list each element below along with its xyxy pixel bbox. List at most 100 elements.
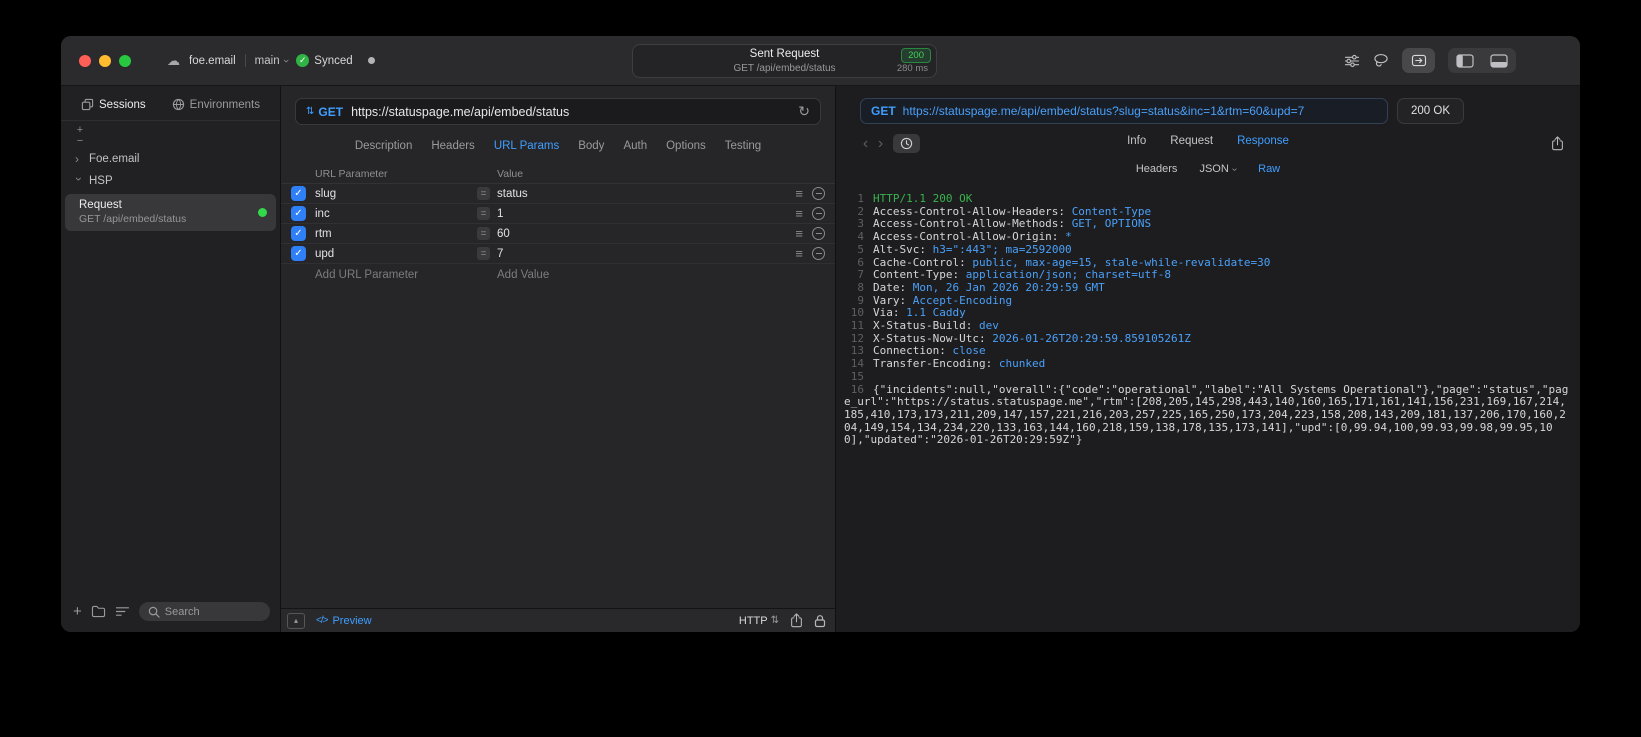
param-value[interactable]: 60: [497, 228, 510, 240]
param-row[interactable]: ✓ upd = 7 ≡: [281, 244, 835, 264]
request-summary[interactable]: Sent Request 200 GET /api/embed/status 2…: [632, 44, 937, 78]
branch-selector[interactable]: main ›: [255, 55, 292, 67]
response-tab-response[interactable]: Response: [1237, 135, 1289, 147]
tab-sessions[interactable]: Sessions: [81, 98, 146, 111]
request-tab-testing[interactable]: Testing: [725, 140, 761, 152]
param-value[interactable]: status: [497, 188, 528, 200]
add-param-row[interactable]: Add URL Parameter Add Value: [281, 264, 835, 285]
param-row[interactable]: ✓ inc = 1 ≡: [281, 204, 835, 224]
param-name[interactable]: slug: [315, 188, 477, 200]
add-item-button[interactable]: +: [74, 125, 86, 136]
status-code-pill: 200: [901, 48, 931, 63]
response-subtab-headers[interactable]: Headers: [1136, 163, 1178, 175]
chevron-right-icon: ›: [75, 152, 79, 166]
response-url: https://statuspage.me/api/embed/status?s…: [902, 104, 1305, 118]
sort-filter-icon[interactable]: [115, 606, 130, 617]
import-export-icon[interactable]: [1402, 48, 1435, 73]
tree-item-hsp[interactable]: › HSP: [61, 170, 280, 192]
sidebar: Sessions Environments + − › Foe.email › …: [61, 86, 281, 632]
minimize-window-button[interactable]: [99, 55, 111, 67]
close-window-button[interactable]: [79, 55, 91, 67]
line-number: 8: [857, 280, 864, 294]
response-subtab-json[interactable]: JSON ›: [1199, 163, 1240, 175]
param-name[interactable]: inc: [315, 208, 477, 220]
search-placeholder: Search: [164, 605, 200, 618]
bottom-panel-toggle-icon[interactable]: [1482, 53, 1516, 68]
response-tabs: Info Request Response: [836, 135, 1580, 147]
lasso-icon[interactable]: [1373, 53, 1389, 68]
row-menu-icon[interactable]: ≡: [795, 227, 803, 240]
share-icon[interactable]: [790, 613, 803, 628]
request-tab-url-params[interactable]: URL Params: [494, 140, 559, 152]
row-menu-icon[interactable]: ≡: [795, 207, 803, 220]
remove-row-icon[interactable]: [812, 227, 825, 240]
url-params-table: URL Parameter Value ✓ slug = status ≡ ✓ …: [281, 164, 835, 285]
line-number: 15: [850, 369, 864, 383]
sidebar-request-item[interactable]: Request GET /api/embed/status: [65, 194, 276, 231]
response-tab-request[interactable]: Request: [1170, 135, 1213, 147]
param-row[interactable]: ✓ slug = status ≡: [281, 184, 835, 204]
param-name[interactable]: upd: [315, 248, 477, 260]
sidebar-search-input[interactable]: Search: [138, 602, 270, 621]
response-subtab-raw[interactable]: Raw: [1258, 163, 1280, 175]
param-value[interactable]: 1: [497, 208, 503, 220]
param-checkbox[interactable]: ✓: [291, 186, 306, 201]
equals-icon: =: [477, 207, 490, 220]
preview-button[interactable]: </> Preview: [316, 615, 372, 627]
line-number: 4: [857, 230, 864, 244]
zoom-window-button[interactable]: [119, 55, 131, 67]
summary-title: Sent Request: [749, 48, 820, 60]
tab-environments[interactable]: Environments: [172, 98, 260, 111]
remove-row-icon[interactable]: [812, 187, 825, 200]
param-name[interactable]: rtm: [315, 228, 477, 240]
expand-panel-button[interactable]: ▴: [287, 612, 305, 629]
equals-icon: =: [477, 227, 490, 240]
request-tab-description[interactable]: Description: [355, 140, 413, 152]
response-url-bar[interactable]: GET https://statuspage.me/api/embed/stat…: [860, 98, 1388, 124]
new-request-button[interactable]: +: [73, 603, 82, 620]
param-checkbox[interactable]: ✓: [291, 206, 306, 221]
param-value[interactable]: 7: [497, 248, 503, 260]
check-icon: ✓: [294, 228, 303, 239]
code-icon: </>: [316, 615, 329, 626]
request-tab-auth[interactable]: Auth: [623, 140, 647, 152]
response-body[interactable]: 1 HTTP/1.1 200 OK 2 Access-Control-Allow-He…: [836, 182, 1580, 632]
line-number: 1: [857, 192, 864, 205]
row-menu-icon[interactable]: ≡: [795, 247, 803, 260]
param-checkbox[interactable]: ✓: [291, 226, 306, 241]
add-value-placeholder[interactable]: Add Value: [477, 269, 549, 281]
remove-item-button[interactable]: −: [74, 136, 86, 147]
request-item-subtitle: GET /api/embed/status: [79, 213, 187, 225]
sync-status[interactable]: ✓ Synced: [296, 54, 353, 67]
updown-icon: ⇅: [770, 615, 779, 626]
lock-icon[interactable]: [814, 614, 826, 628]
search-icon: [148, 606, 160, 618]
environments-icon: [172, 98, 185, 111]
new-folder-icon[interactable]: [91, 605, 106, 618]
row-menu-icon[interactable]: ≡: [795, 187, 803, 200]
request-tab-body[interactable]: Body: [578, 140, 604, 152]
status-code-badge: 200 OK: [1397, 98, 1464, 124]
param-row[interactable]: ✓ rtm = 60 ≡: [281, 224, 835, 244]
method-selector[interactable]: ⇅ GET: [306, 105, 343, 119]
remove-row-icon[interactable]: [812, 247, 825, 260]
request-tab-headers[interactable]: Headers: [431, 140, 474, 152]
remove-row-icon[interactable]: [812, 207, 825, 220]
refresh-icon[interactable]: ↻: [798, 103, 810, 120]
sidebar-toggle-icon[interactable]: [1448, 53, 1482, 68]
app-window: ☁ foe.email main › ✓ Synced Sent Request…: [61, 36, 1580, 632]
request-url[interactable]: https://statuspage.me/api/embed/status: [351, 105, 569, 119]
sessions-tree: › Foe.email › HSP Request GET /api/embed…: [61, 146, 280, 233]
response-line: 14 Transfer-Encoding: chunked: [844, 357, 1570, 371]
project-name[interactable]: foe.email: [189, 55, 236, 67]
response-tab-info[interactable]: Info: [1127, 135, 1146, 147]
tree-item-foe-email[interactable]: › Foe.email: [61, 148, 280, 170]
sliders-icon[interactable]: [1344, 54, 1360, 68]
request-url-bar[interactable]: ⇅ GET https://statuspage.me/api/embed/st…: [295, 98, 821, 125]
response-subtabs: Headers JSON › Raw: [836, 153, 1580, 182]
request-tab-options[interactable]: Options: [666, 140, 706, 152]
add-param-placeholder[interactable]: Add URL Parameter: [315, 269, 477, 281]
check-icon: ✓: [294, 188, 303, 199]
protocol-selector[interactable]: HTTP ⇅: [739, 615, 779, 627]
param-checkbox[interactable]: ✓: [291, 246, 306, 261]
